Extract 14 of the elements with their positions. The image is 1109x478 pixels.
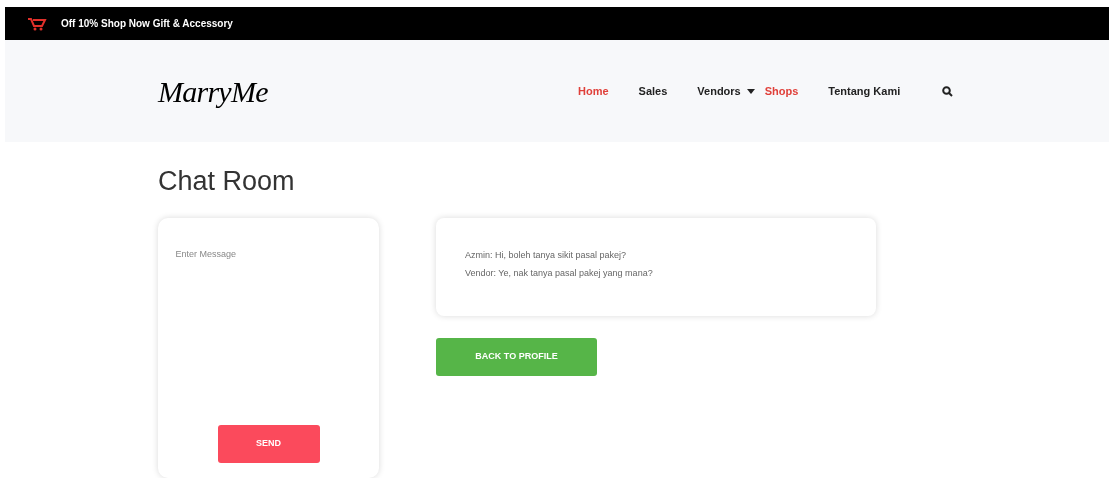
chat-message: Vendor: Ye, nak tanya pasal pakej yang mana? xyxy=(465,267,654,279)
logo[interactable]: MarryMe xyxy=(158,68,268,114)
message-field[interactable]: Enter Message xyxy=(173,248,364,420)
search-icon[interactable] xyxy=(942,85,954,97)
promo-text: Off 10% Shop Now Gift & Accessory xyxy=(61,17,233,31)
nav-link[interactable]: Vendors xyxy=(697,82,755,100)
caret-icon xyxy=(746,88,755,94)
page-title: Chat Room xyxy=(158,165,296,198)
nav-link[interactable]: Tentang Kami xyxy=(828,82,901,100)
nav-link[interactable]: Home xyxy=(578,82,609,100)
cart-icon xyxy=(27,16,47,31)
nav-link[interactable]: Shops xyxy=(764,82,799,100)
chat-message: Azmin: Hi, boleh tanya sikit pasal pakej? xyxy=(465,249,628,261)
nav-link[interactable]: Sales xyxy=(638,82,668,100)
